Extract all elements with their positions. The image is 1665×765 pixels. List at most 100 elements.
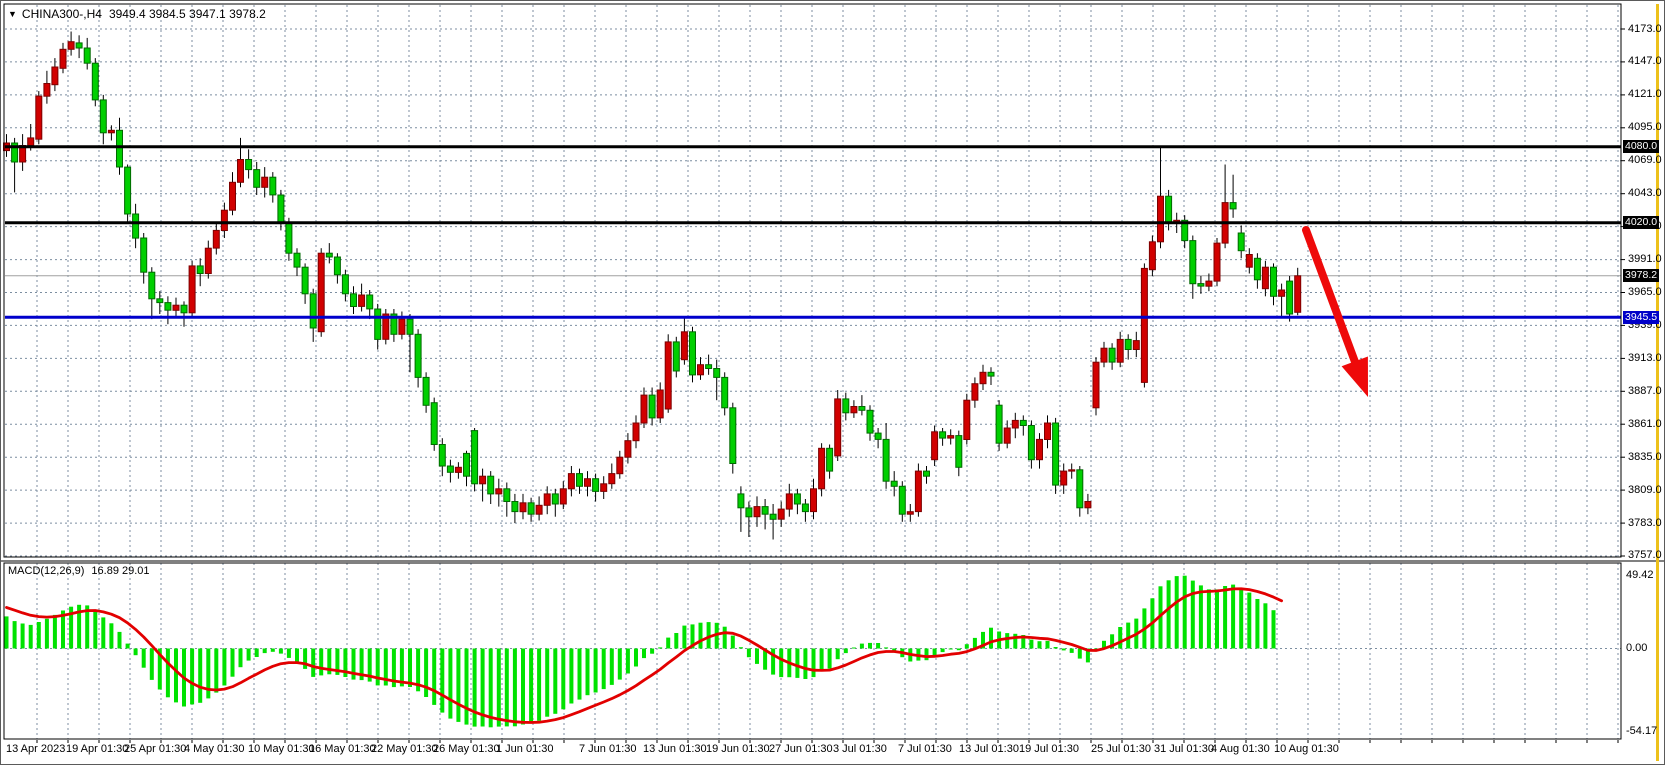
candle-body bbox=[738, 494, 744, 508]
candle-body bbox=[92, 63, 98, 100]
candle-body bbox=[1061, 471, 1067, 485]
candle-body bbox=[706, 365, 712, 369]
macd-histogram-bar bbox=[37, 622, 41, 649]
candle-body bbox=[585, 479, 591, 487]
candle-body bbox=[1158, 196, 1164, 242]
trend-arrow-shaft[interactable] bbox=[1306, 230, 1357, 367]
candle-body bbox=[205, 248, 211, 273]
candle-body bbox=[1045, 423, 1051, 440]
candle-body bbox=[802, 504, 808, 512]
candle-body bbox=[948, 436, 954, 439]
macd-histogram-bar bbox=[1167, 580, 1171, 648]
candle-body bbox=[843, 399, 849, 413]
candle-body bbox=[1101, 348, 1107, 362]
candle-body bbox=[1004, 428, 1010, 443]
candle-body bbox=[52, 67, 58, 85]
candle-body bbox=[1287, 281, 1293, 314]
candle-body bbox=[254, 170, 260, 188]
time-label: 25 Jul 01:30 bbox=[1091, 743, 1151, 756]
time-label: 4 May 01:30 bbox=[184, 743, 245, 756]
macd-histogram-bar bbox=[198, 649, 202, 703]
candle-body bbox=[246, 160, 252, 170]
candle-body bbox=[310, 294, 316, 328]
macd-histogram-bar bbox=[545, 649, 549, 717]
candle-body bbox=[480, 476, 486, 484]
macd-histogram-bar bbox=[311, 649, 315, 677]
macd-histogram-bar bbox=[731, 636, 735, 649]
candle-body bbox=[44, 84, 50, 97]
candle-body bbox=[1198, 284, 1204, 287]
candle-body bbox=[270, 177, 276, 195]
time-label: 31 Jul 01:30 bbox=[1154, 743, 1214, 756]
candle-body bbox=[512, 502, 518, 512]
time-label: 13 Jun 01:30 bbox=[643, 743, 707, 756]
candle-body bbox=[891, 481, 897, 486]
macd-histogram-bar bbox=[93, 610, 97, 649]
candle-body bbox=[956, 436, 962, 468]
macd-histogram-bar bbox=[150, 649, 154, 680]
candle-body bbox=[238, 160, 244, 183]
candle-body bbox=[972, 384, 978, 401]
candle-body bbox=[1206, 281, 1212, 286]
candle-body bbox=[746, 508, 752, 517]
candle-body bbox=[455, 467, 461, 472]
macd-histogram-bar bbox=[1223, 586, 1227, 649]
candle-body bbox=[439, 445, 445, 467]
candle-body bbox=[867, 410, 873, 433]
macd-histogram-bar bbox=[45, 619, 49, 649]
macd-tick-label: 49.42 bbox=[1626, 569, 1654, 582]
candle-body bbox=[819, 448, 825, 489]
candle-body bbox=[359, 295, 365, 306]
candle-body bbox=[657, 390, 663, 418]
macd-histogram-bar bbox=[779, 649, 783, 678]
candle-body bbox=[125, 167, 131, 214]
symbol-dropdown-icon[interactable]: ▼ bbox=[8, 9, 17, 19]
candle-body bbox=[593, 479, 599, 492]
macd-histogram-bar bbox=[222, 649, 226, 686]
candle-body bbox=[1012, 420, 1018, 428]
candle-body bbox=[988, 372, 994, 376]
macd-histogram-bar bbox=[118, 632, 122, 649]
price-tick-label: 3965.0 bbox=[1628, 286, 1662, 299]
candle-body bbox=[407, 319, 413, 334]
candle-body bbox=[609, 474, 615, 484]
candle-body bbox=[601, 484, 607, 492]
macd-histogram-bar bbox=[578, 649, 582, 700]
chart-canvas[interactable] bbox=[1, 1, 1665, 765]
macd-histogram-bar bbox=[279, 649, 283, 654]
macd-histogram-bar bbox=[1207, 589, 1211, 648]
price-tick-label: 4043.0 bbox=[1628, 187, 1662, 200]
candle-body bbox=[649, 395, 655, 418]
candle-body bbox=[230, 182, 236, 210]
macd-histogram-bar bbox=[1231, 585, 1235, 649]
candle-body bbox=[447, 466, 453, 472]
macd-histogram-bar bbox=[820, 649, 824, 672]
macd-histogram-bar bbox=[1247, 593, 1251, 649]
candle-body bbox=[423, 377, 429, 405]
candle-body bbox=[213, 230, 219, 248]
time-label: 10 Aug 01:30 bbox=[1274, 743, 1339, 756]
time-label: 3 Jul 01:30 bbox=[833, 743, 887, 756]
candle-body bbox=[625, 441, 631, 458]
candle-body bbox=[875, 433, 881, 439]
candle-body bbox=[472, 431, 478, 484]
candle-body bbox=[334, 257, 340, 275]
candle-body bbox=[197, 266, 203, 274]
macd-histogram-bar bbox=[957, 649, 961, 651]
axis-edge-strip bbox=[1656, 4, 1659, 761]
price-tick-label: 4095.0 bbox=[1628, 121, 1662, 134]
candle-body bbox=[286, 223, 292, 253]
macd-histogram-bar bbox=[666, 638, 670, 649]
macd-histogram-bar bbox=[941, 649, 945, 653]
macd-histogram-bar bbox=[109, 623, 113, 648]
macd-histogram-bar bbox=[432, 649, 436, 705]
candle-body bbox=[1262, 267, 1268, 289]
candle-body bbox=[302, 267, 308, 294]
candle-body bbox=[1254, 258, 1260, 280]
macd-histogram-bar bbox=[569, 649, 573, 704]
macd-histogram-bar bbox=[271, 649, 275, 652]
candle-body bbox=[1214, 243, 1220, 281]
macd-histogram-bar bbox=[803, 649, 807, 680]
candle-body bbox=[851, 407, 857, 413]
macd-histogram-bar bbox=[473, 649, 477, 727]
